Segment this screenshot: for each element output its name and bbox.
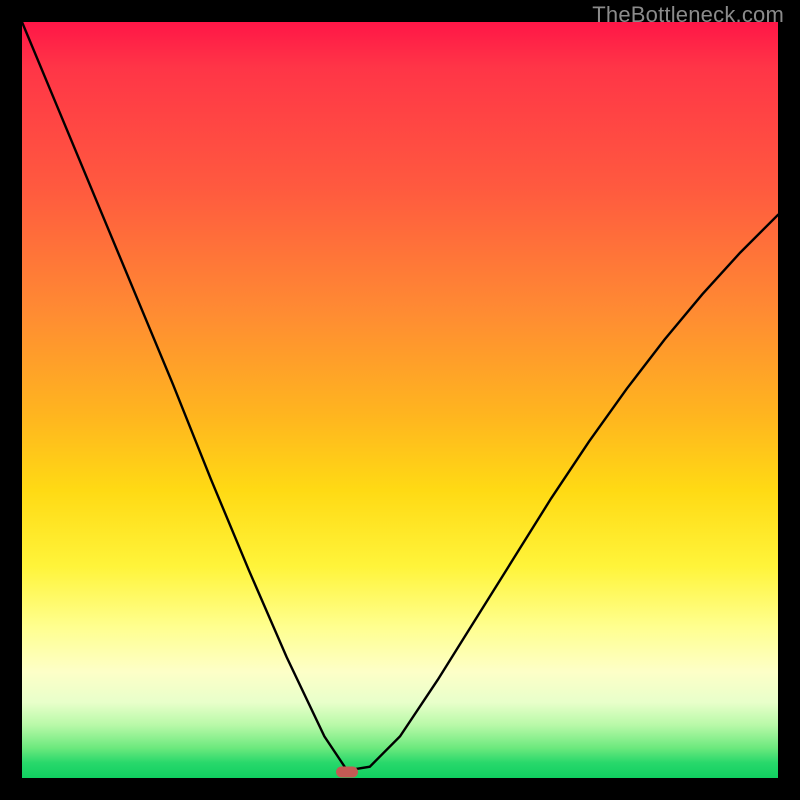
minimum-marker (336, 766, 358, 777)
bottleneck-curve (22, 22, 778, 778)
plot-area (22, 22, 778, 778)
chart-frame: TheBottleneck.com (0, 0, 800, 800)
